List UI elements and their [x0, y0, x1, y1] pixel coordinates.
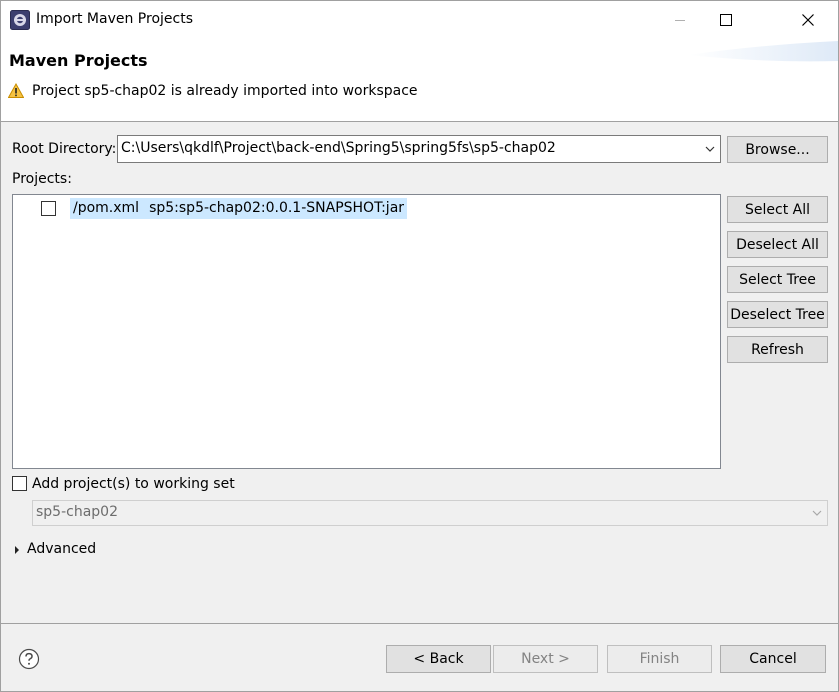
finish-button: Finish	[607, 645, 712, 673]
expand-triangle-icon[interactable]	[13, 545, 21, 555]
list-item[interactable]: /pom.xml sp5:sp5-chap02:0.0.1-SNAPSHOT:ja…	[13, 195, 720, 221]
working-set-value: sp5-chap02	[36, 504, 118, 520]
project-path: /pom.xml	[73, 200, 140, 216]
working-set-label[interactable]: Add project(s) to working set	[32, 476, 235, 492]
working-set-combo: sp5-chap02	[32, 500, 828, 526]
footer-separator	[1, 623, 838, 624]
close-icon	[802, 14, 814, 26]
window-title: Import Maven Projects	[36, 11, 193, 27]
import-maven-projects-dialog: Import Maven Projects Maven Projects Pro…	[0, 0, 839, 692]
refresh-button[interactable]: Refresh	[727, 336, 828, 363]
select-all-button[interactable]: Select All	[727, 196, 828, 223]
back-button[interactable]: < Back	[386, 645, 491, 673]
deselect-tree-button[interactable]: Deselect Tree	[727, 301, 828, 328]
advanced-section-label[interactable]: Advanced	[27, 541, 96, 557]
title-bar: Import Maven Projects	[1, 1, 838, 39]
project-row-label[interactable]: /pom.xml sp5:sp5-chap02:0.0.1-SNAPSHOT:ja…	[70, 198, 408, 219]
next-button: Next >	[493, 645, 598, 673]
project-artifact: sp5:sp5-chap02:0.0.1-SNAPSHOT:jar	[149, 200, 405, 216]
chevron-down-icon	[812, 510, 822, 516]
select-tree-button[interactable]: Select Tree	[727, 266, 828, 293]
maximize-icon	[720, 14, 732, 26]
minimize-icon	[675, 20, 685, 21]
project-checkbox[interactable]	[41, 201, 56, 216]
root-directory-value: C:\Users\qkdlf\Project\back-end\Spring5\…	[121, 140, 556, 156]
maximize-button[interactable]	[703, 1, 749, 39]
minimize-button[interactable]	[657, 1, 703, 39]
wizard-header: Maven Projects Project sp5-chap02 is alr…	[1, 39, 838, 122]
root-directory-combo[interactable]: C:\Users\qkdlf\Project\back-end\Spring5\…	[117, 135, 721, 163]
warning-message: Project sp5-chap02 is already imported i…	[32, 83, 418, 99]
wizard-banner-graphic	[688, 41, 838, 62]
page-title: Maven Projects	[9, 51, 148, 70]
chevron-down-icon	[705, 146, 715, 152]
cancel-button[interactable]: Cancel	[720, 645, 826, 673]
browse-button[interactable]: Browse...	[727, 136, 828, 163]
close-button[interactable]	[785, 1, 831, 39]
help-icon[interactable]	[18, 648, 40, 670]
deselect-all-button[interactable]: Deselect All	[727, 231, 828, 258]
warning-icon	[8, 83, 24, 98]
eclipse-app-icon	[10, 10, 30, 30]
projects-tree[interactable]: /pom.xml sp5:sp5-chap02:0.0.1-SNAPSHOT:ja…	[12, 194, 721, 469]
projects-label: Projects:	[12, 171, 72, 187]
root-directory-label: Root Directory:	[12, 141, 117, 157]
working-set-checkbox[interactable]	[12, 476, 27, 491]
